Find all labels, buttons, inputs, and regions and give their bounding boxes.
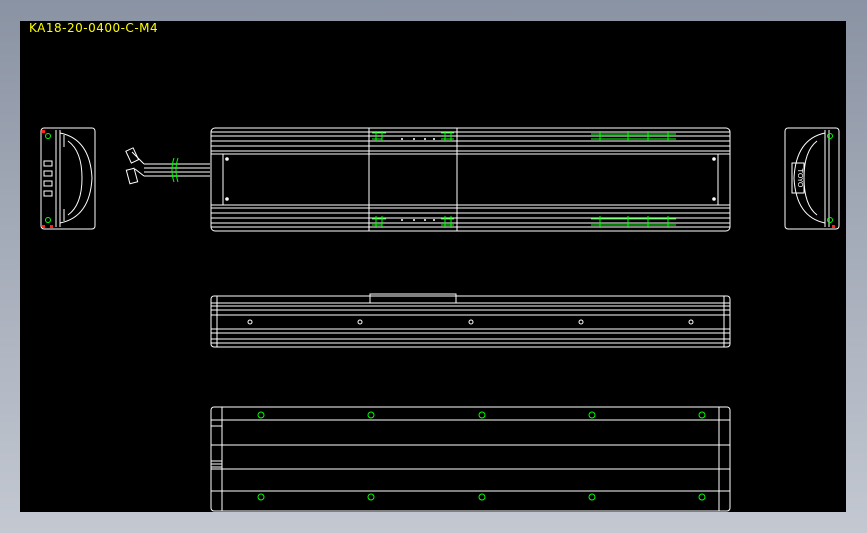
cable-accent: [171, 157, 179, 183]
cad-drawing: TOYO: [40, 127, 840, 512]
cad-viewport[interactable]: KA18-20-0400-C-M4 TOYO: [20, 21, 846, 512]
end-view-label: TOYO: [796, 168, 804, 188]
top-view: [210, 127, 731, 232]
top-view-holes: [225, 138, 716, 221]
bottom-view: [210, 406, 731, 512]
left-end-view: [40, 127, 96, 230]
right-end-view: [784, 127, 840, 230]
bottom-view-holes: [257, 411, 706, 501]
cable-assembly: [125, 147, 210, 185]
side-view-holes: [247, 319, 694, 325]
